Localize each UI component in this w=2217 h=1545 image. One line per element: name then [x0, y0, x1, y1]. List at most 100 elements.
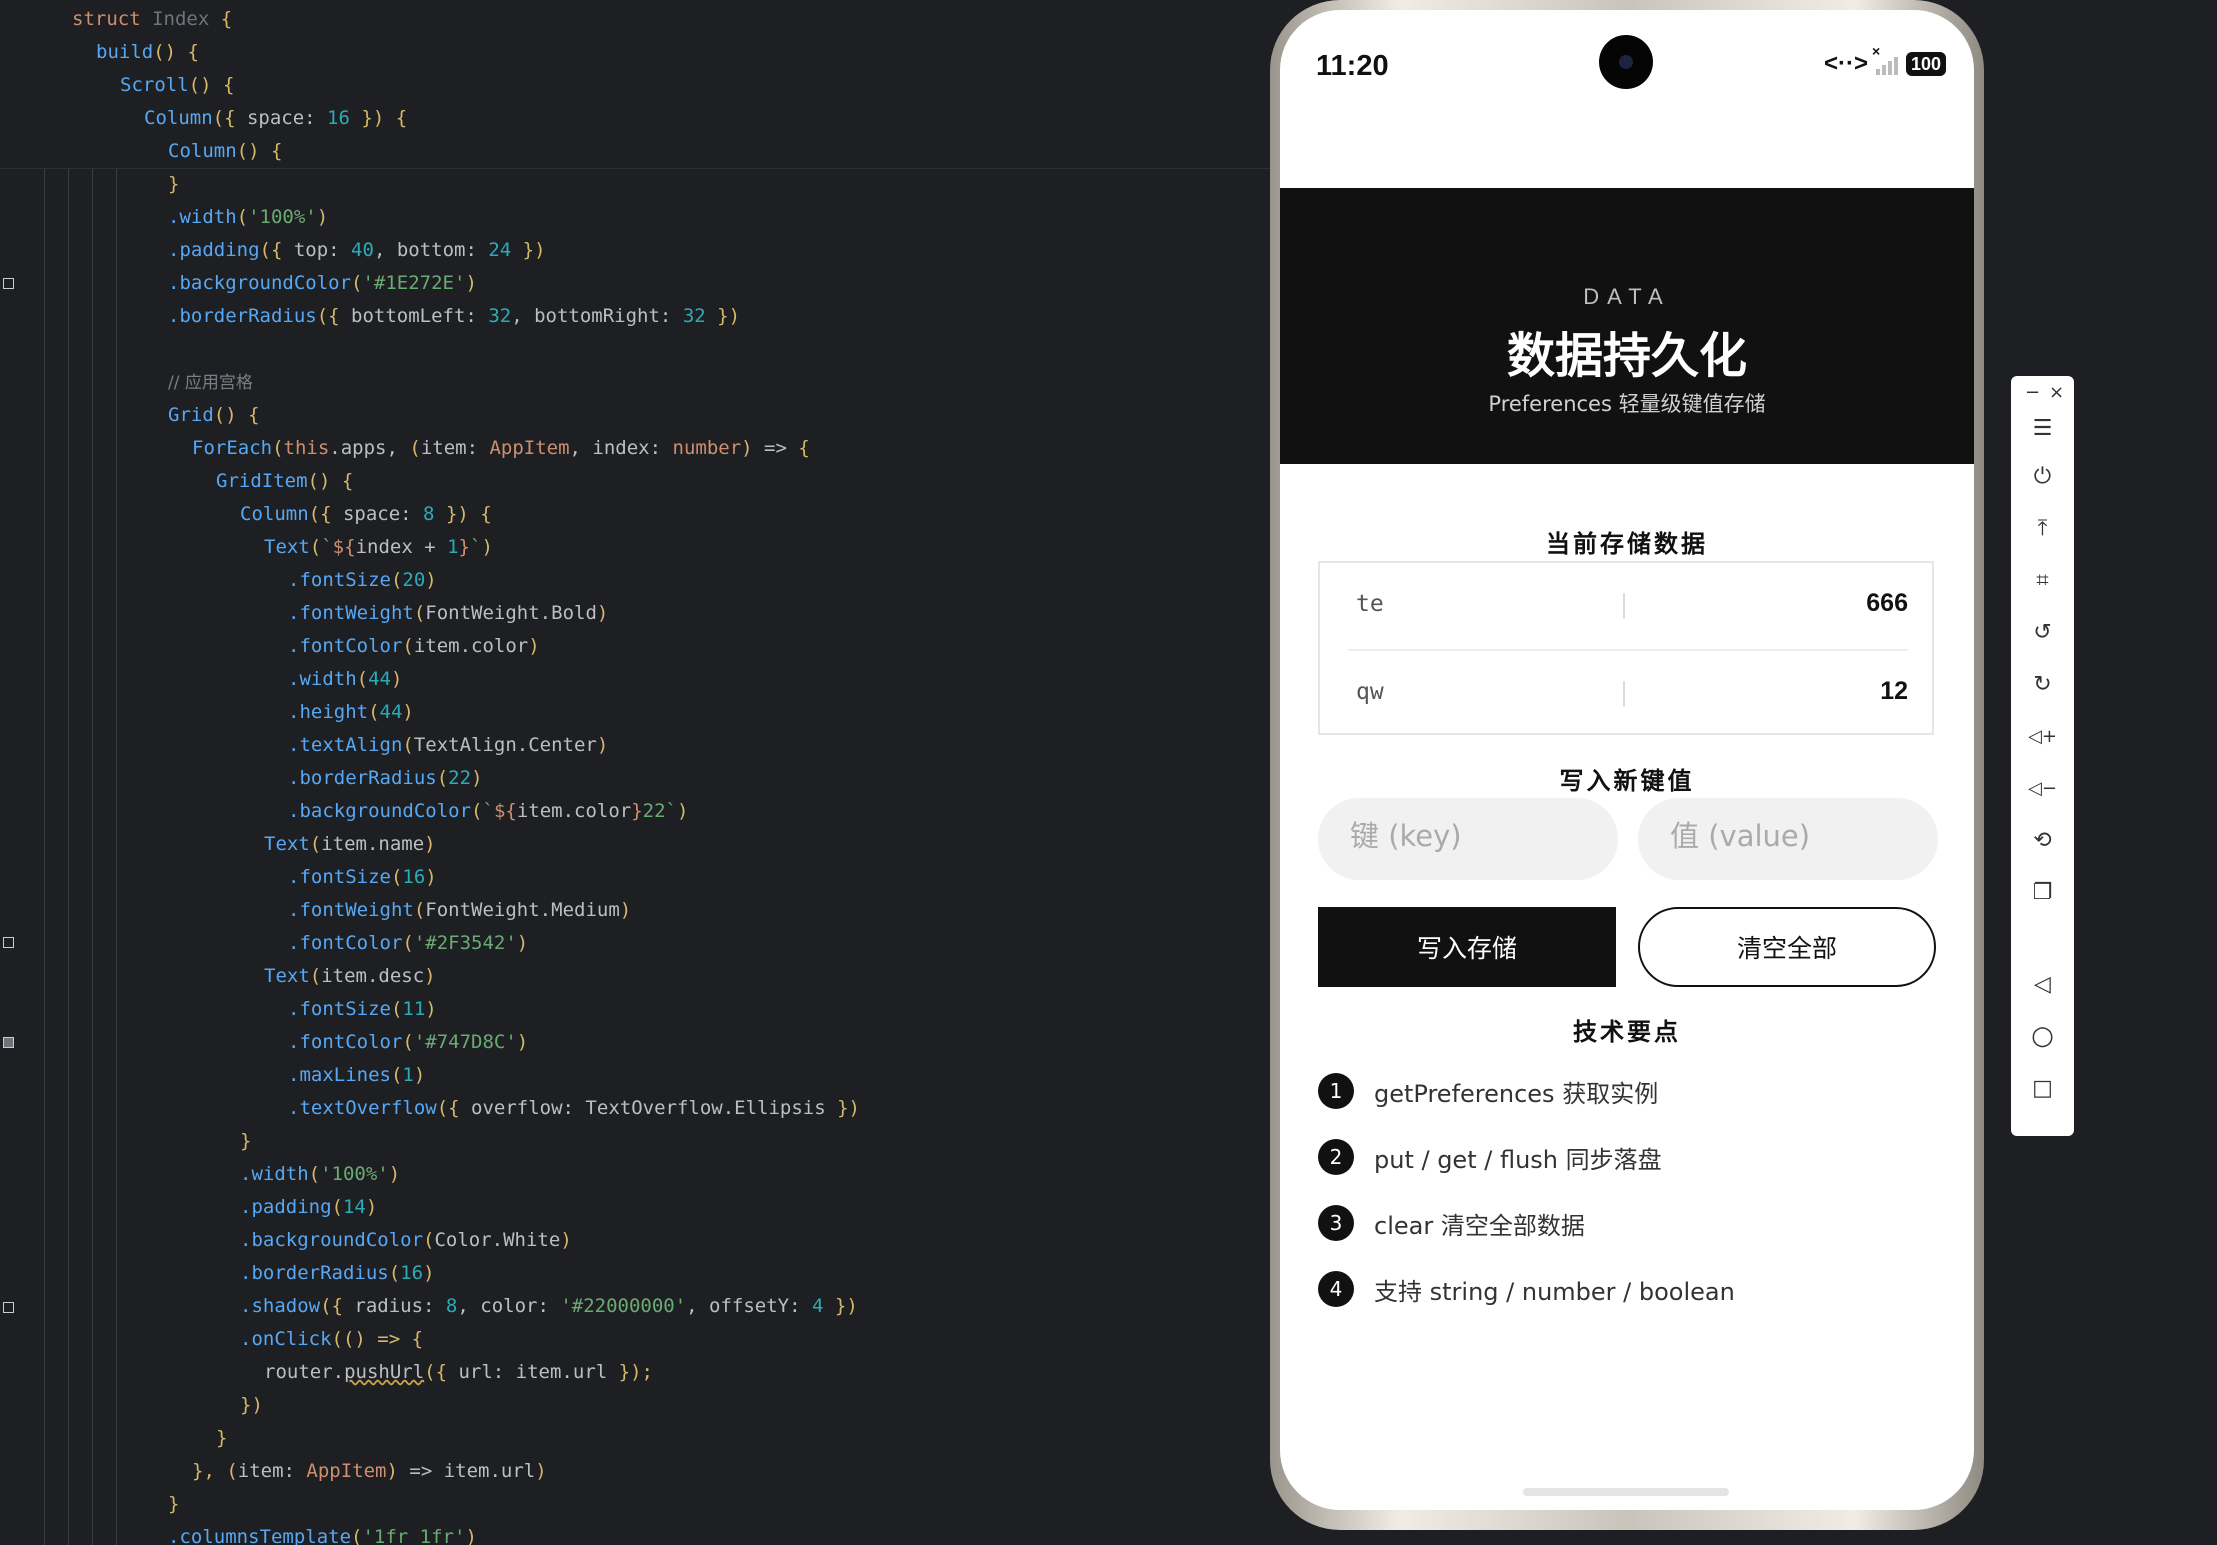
code-token: top: [293, 239, 352, 261]
code-line[interactable]: .onClick(() => { [240, 1323, 423, 1355]
volume-up-icon[interactable]: ◁+ [2011, 716, 2074, 756]
code-token: ( [236, 206, 249, 228]
value-input[interactable] [1668, 818, 1912, 854]
code-line[interactable]: .columnsTemplate('1fr 1fr') [168, 1521, 477, 1545]
minimize-icon[interactable]: − [2025, 382, 2040, 403]
code-line[interactable]: ForEach(this.apps, (item: AppItem, index… [192, 432, 810, 464]
code-line[interactable]: Text(item.desc) [264, 960, 436, 992]
tip-item: 2 put / get / flush 同步落盘 [1318, 1137, 1662, 1177]
code-token: ({ [259, 239, 294, 261]
code-line[interactable]: .width('100%') [168, 201, 328, 233]
code-line[interactable]: .fontWeight(FontWeight.Bold) [288, 597, 608, 629]
code-line[interactable]: Column() { [168, 135, 282, 167]
code-line[interactable]: .fontWeight(FontWeight.Medium) [288, 894, 631, 926]
code-token: ) [741, 437, 753, 459]
code-line[interactable]: .width(44) [288, 663, 402, 695]
code-token: ( [402, 734, 414, 756]
code-line[interactable]: } [240, 1125, 251, 1157]
code-line[interactable]: GridItem() { [216, 465, 353, 497]
code-line[interactable]: .backgroundColor(Color.White) [240, 1224, 572, 1256]
no-signal-mark: × [1871, 43, 1881, 59]
code-line[interactable]: .textOverflow({ overflow: TextOverflow.E… [288, 1092, 860, 1124]
close-icon[interactable]: × [2049, 382, 2064, 403]
code-line[interactable]: .fontSize(16) [288, 861, 437, 893]
code-line[interactable]: .borderRadius({ bottomLeft: 32, bottomRi… [168, 300, 740, 332]
code-line[interactable]: .padding({ top: 40, bottom: 24 }) [168, 234, 546, 266]
code-token: ({ [308, 503, 343, 525]
code-line[interactable]: .fontColor('#747D8C') [288, 1026, 528, 1058]
code-line[interactable]: .textAlign(TextAlign.Center) [288, 729, 608, 761]
clear-all-button[interactable]: 清空全部 [1638, 907, 1936, 987]
value-input-container[interactable] [1638, 798, 1938, 880]
code-line[interactable]: .borderRadius(22) [288, 762, 483, 794]
key-input[interactable] [1348, 818, 1592, 854]
code-line[interactable]: .fontSize(20) [288, 564, 437, 596]
code-token: ` [321, 536, 333, 558]
code-line[interactable]: .shadow({ radius: 8, color: '#22000000',… [240, 1290, 858, 1322]
power-icon[interactable]: ⏻ [2011, 456, 2074, 496]
code-line[interactable]: .height(44) [288, 696, 414, 728]
code-line[interactable]: }, (item: AppItem) => item.url) [192, 1455, 547, 1487]
code-token: .fontSize [288, 866, 391, 888]
back-icon[interactable]: ◁ [2011, 964, 2074, 1004]
code-token: .backgroundColor [168, 272, 352, 294]
code-line[interactable]: Grid() { [168, 399, 260, 431]
color-swatch-marker[interactable] [3, 937, 14, 948]
code-line[interactable]: } [168, 1488, 179, 1520]
color-swatch-marker[interactable] [3, 1037, 14, 1048]
color-swatch-marker[interactable] [3, 1302, 14, 1313]
home-indicator-bar[interactable] [1523, 1488, 1729, 1496]
color-swatch-marker[interactable] [3, 278, 14, 289]
code-line[interactable]: }) [240, 1389, 263, 1421]
code-token: .fontSize [288, 998, 391, 1020]
code-line[interactable]: Scroll() { [120, 69, 234, 101]
code-token: } [631, 800, 643, 822]
code-line[interactable]: .fontColor('#2F3542') [288, 927, 528, 959]
indent-guide [116, 168, 117, 1545]
menu-icon[interactable]: ☰ [2011, 408, 2074, 448]
volume-down-icon[interactable]: ◁− [2011, 768, 2074, 808]
kv-value: 12 [1880, 677, 1908, 705]
code-line[interactable]: .fontSize(11) [288, 993, 437, 1025]
recents-icon[interactable]: □ [2011, 1068, 2074, 1108]
code-line[interactable]: // 应用宫格 [168, 366, 253, 398]
code-line[interactable]: Text(`${index + 1}`) [264, 531, 493, 563]
code-line[interactable]: } [168, 168, 179, 200]
code-line[interactable]: Column({ space: 16 }) { [144, 102, 407, 134]
code-token: }) [823, 1295, 858, 1317]
sticky-scroll-header: struct Index {build() {Scroll() {Column(… [0, 0, 1270, 169]
code-line[interactable]: .maxLines(1) [288, 1059, 425, 1091]
code-line[interactable]: build() { [96, 36, 199, 68]
rotate-right-icon[interactable]: ↻ [2011, 664, 2074, 704]
code-token: .width [288, 668, 357, 690]
code-line[interactable]: } [216, 1422, 227, 1454]
code-token: } [458, 536, 470, 558]
code-line[interactable]: .width('100%') [240, 1158, 400, 1190]
key-input-container[interactable] [1318, 798, 1618, 880]
crop-icon[interactable]: ⌗ [2011, 560, 2074, 600]
shake-icon[interactable]: ⟲ [2011, 820, 2074, 860]
rotate-left-icon[interactable]: ↺ [2011, 612, 2074, 652]
home-icon[interactable]: ○ [2011, 1016, 2074, 1056]
pin-top-icon[interactable]: ⤒ [2011, 508, 2074, 548]
code-token: ({ [316, 305, 352, 327]
code-line[interactable]: .padding(14) [240, 1191, 377, 1223]
code-line[interactable]: Column({ space: 8 }) { [240, 498, 492, 530]
phone-screen[interactable]: 11:20 <··> × 100 DATA 数据持久化 Preferences … [1280, 10, 1974, 1510]
code-line[interactable]: router.pushUrl({ url: item.url }); [264, 1356, 653, 1388]
code-line[interactable]: Text(item.name) [264, 828, 436, 860]
code-line[interactable]: .fontColor(item.color) [288, 630, 540, 662]
kv-row[interactable]: te 666 [1348, 563, 1908, 651]
multi-screen-icon[interactable]: ❐ [2011, 872, 2074, 912]
code-line[interactable]: .borderRadius(16) [240, 1257, 435, 1289]
write-storage-button[interactable]: 写入存储 [1318, 907, 1616, 987]
kv-row[interactable]: qw 12 [1348, 651, 1908, 737]
code-token: 20 [402, 569, 426, 591]
code-line[interactable]: .backgroundColor('#1E272E') [168, 267, 477, 299]
code-line[interactable]: struct Index { [72, 3, 232, 35]
battery-icon: 100 [1905, 52, 1946, 76]
code-token: ( [351, 1526, 363, 1545]
code-line[interactable]: .backgroundColor(`${item.color}22`) [288, 795, 688, 827]
code-token: ( [390, 998, 403, 1020]
code-editor[interactable]: struct Index {build() {Scroll() {Column(… [0, 0, 1270, 1545]
